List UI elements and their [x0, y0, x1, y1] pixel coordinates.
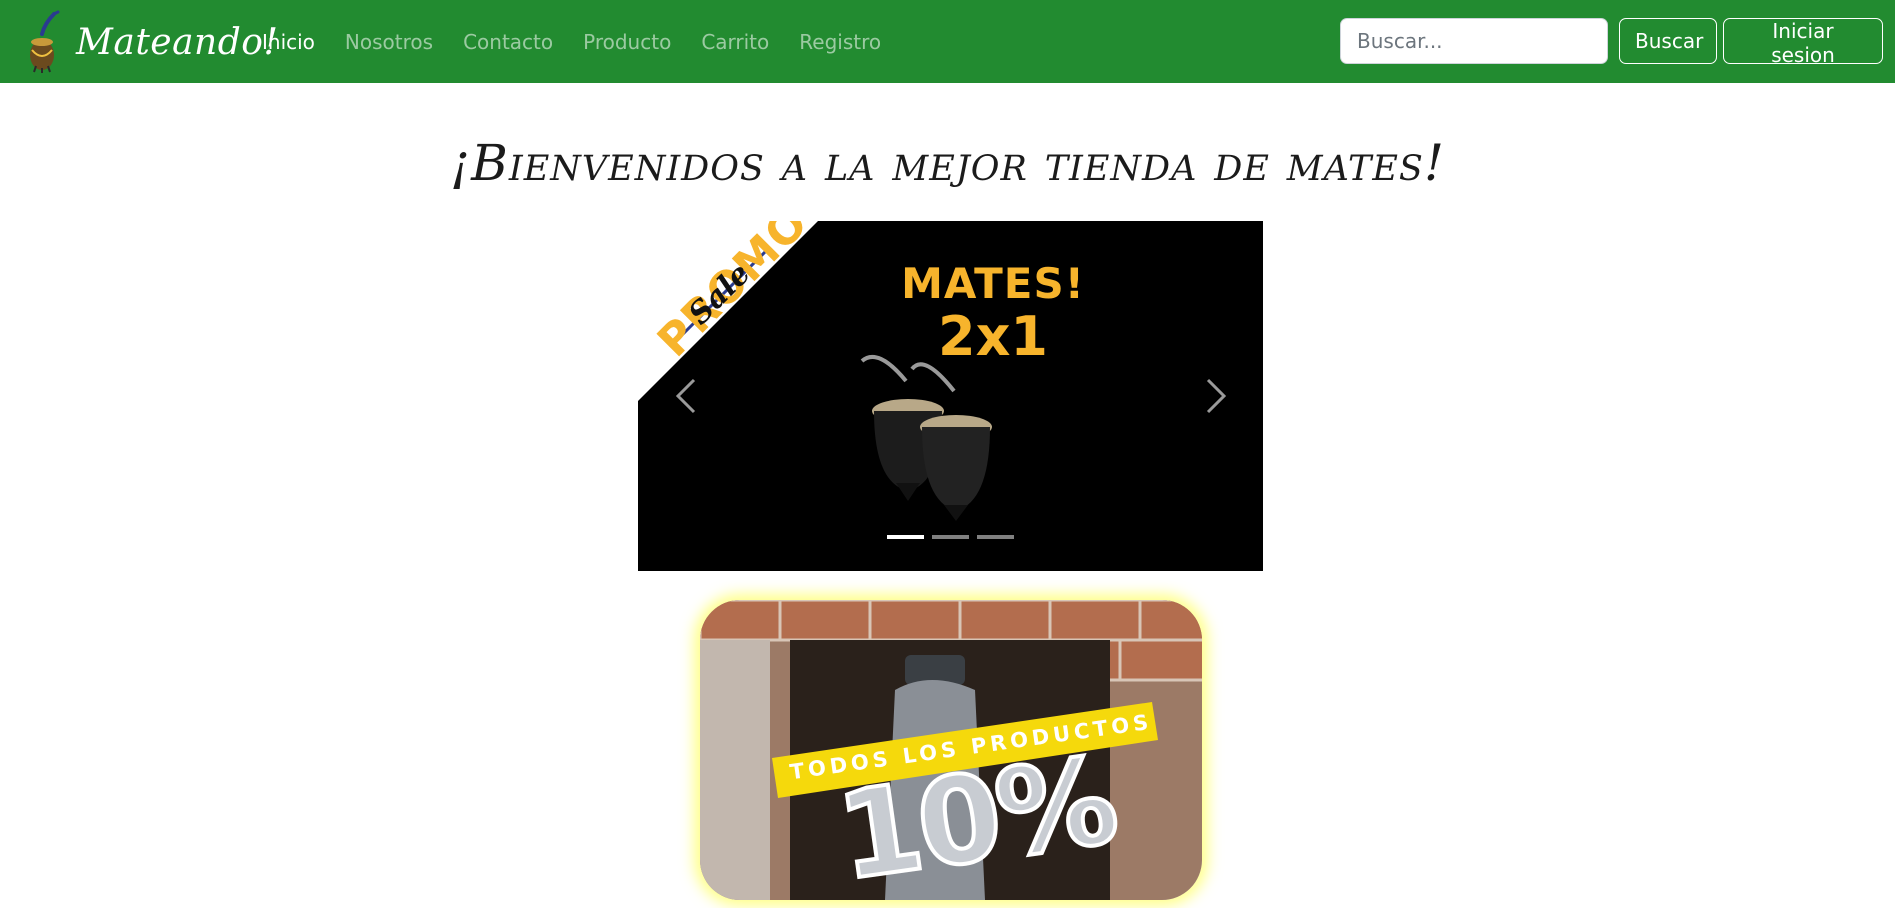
carousel-indicator-2[interactable]	[932, 535, 969, 539]
search-button[interactable]: Buscar	[1619, 18, 1717, 64]
chevron-left-icon	[675, 378, 696, 414]
nav-link-carrito[interactable]: Carrito	[701, 30, 769, 54]
carousel-indicator-1[interactable]	[887, 535, 924, 539]
page-title: ¡Bienvenidos a la mejor tienda de mates!	[450, 134, 1445, 192]
mate-logo-icon	[30, 10, 60, 73]
nav-link-inicio[interactable]: Inicio	[262, 30, 315, 54]
slide-heading: MATES!	[901, 259, 1085, 308]
carousel-prev-button[interactable]	[668, 368, 708, 424]
nav-link-registro[interactable]: Registro	[799, 30, 881, 54]
nav-links: Inicio Nosotros Contacto Producto Carrit…	[262, 0, 911, 83]
nav-link-producto[interactable]: Producto	[583, 30, 671, 54]
brand[interactable]: Mateando!	[24, 10, 278, 74]
search-input[interactable]	[1340, 18, 1608, 64]
nav-link-contacto[interactable]: Contacto	[463, 30, 553, 54]
navbar: Mateando! Inicio Nosotros Contacto Produ…	[0, 0, 1895, 83]
carousel-next-button[interactable]	[1194, 368, 1234, 424]
brand-name: Mateando!	[76, 21, 279, 63]
carousel-indicators	[887, 535, 1022, 539]
slide-subheading: 2x1	[938, 305, 1048, 368]
login-button[interactable]: Iniciar sesion	[1723, 18, 1883, 67]
chevron-right-icon	[1206, 378, 1227, 414]
promo-carousel: PROMO Sale MATES! 2x1	[638, 221, 1263, 571]
carousel-indicator-3[interactable]	[977, 535, 1014, 539]
nav-link-nosotros[interactable]: Nosotros	[345, 30, 433, 54]
